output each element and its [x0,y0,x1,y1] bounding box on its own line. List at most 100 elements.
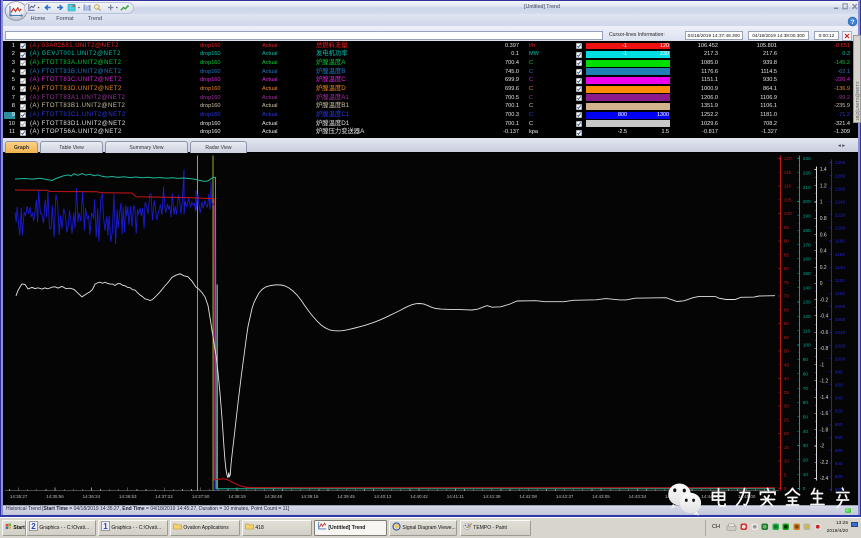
svg-text:1300: 1300 [835,160,846,166]
svg-text:1180: 1180 [835,238,846,244]
svg-text:210: 210 [803,184,811,190]
svg-text:920: 920 [835,408,843,414]
svg-text:230: 230 [803,156,811,162]
svg-text:-2.2: -2.2 [820,459,829,465]
svg-text:10: 10 [803,471,809,477]
svg-text:25: 25 [784,417,790,423]
svg-text:840: 840 [835,461,843,467]
svg-text:0: 0 [820,281,823,287]
svg-text:70: 70 [784,293,790,299]
svg-text:1B[2]UNIT2@NET2: 1B[2]UNIT2@NET2 [855,81,860,121]
svg-text:80: 80 [784,266,790,272]
svg-text:-0.2: -0.2 [820,297,829,303]
svg-text:14:40:13: 14:40:13 [374,494,392,499]
svg-text:160: 160 [803,256,811,262]
svg-text:1040: 1040 [835,330,846,336]
svg-text:40: 40 [784,376,790,382]
svg-text:1200: 1200 [835,225,846,231]
svg-text:?: ? [851,19,855,26]
svg-text:150: 150 [803,271,811,277]
svg-text:95: 95 [784,224,790,230]
svg-text:-2: -2 [820,443,825,449]
svg-text:130: 130 [803,299,811,305]
svg-text:75: 75 [784,279,790,285]
svg-text:35: 35 [784,389,790,395]
svg-text:14:41:11: 14:41:11 [447,494,465,499]
svg-text:0.2: 0.2 [820,264,827,270]
svg-text:0.6: 0.6 [820,232,827,238]
svg-text:105: 105 [784,197,792,203]
svg-text:55: 55 [784,334,790,340]
svg-text:1220: 1220 [835,212,846,218]
svg-text:50: 50 [803,414,809,420]
svg-text:14:37:22: 14:37:22 [155,494,173,499]
svg-text:900: 900 [835,421,843,427]
svg-text:90: 90 [803,357,809,363]
svg-text:940: 940 [835,395,843,401]
svg-text:20: 20 [784,431,790,437]
svg-text:100: 100 [803,342,811,348]
svg-text:14:41:39: 14:41:39 [483,494,501,499]
svg-text:2: 2 [31,522,36,531]
svg-text:0.4: 0.4 [820,248,827,254]
svg-text:20: 20 [803,457,809,463]
svg-text:110: 110 [803,328,811,334]
svg-text:110: 110 [784,183,792,189]
svg-text:65: 65 [784,307,790,313]
svg-text:880: 880 [835,434,843,440]
svg-text:960: 960 [835,382,843,388]
svg-text:980: 980 [835,369,843,375]
svg-text:14:37:50: 14:37:50 [192,494,210,499]
svg-text:90: 90 [784,238,790,244]
svg-text:-0.6: -0.6 [820,329,829,335]
svg-text:190: 190 [803,213,811,219]
svg-text:1000: 1000 [835,356,846,362]
svg-text:-1.6: -1.6 [820,411,829,417]
svg-text:1020: 1020 [835,343,846,349]
svg-text:14:35:27: 14:35:27 [10,494,28,499]
svg-text:14:36:53: 14:36:53 [119,494,137,499]
svg-text:120: 120 [803,314,811,320]
svg-text:1: 1 [820,199,823,205]
svg-text:1260: 1260 [835,186,846,192]
svg-text:14:39:45: 14:39:45 [337,494,355,499]
svg-text:-1.8: -1.8 [820,427,829,433]
svg-text:14:38:48: 14:38:48 [265,494,283,499]
svg-text:80: 80 [803,371,809,377]
svg-text:14:43:34: 14:43:34 [629,494,647,499]
svg-text:14:42:37: 14:42:37 [556,494,574,499]
svg-text:14:43:05: 14:43:05 [592,494,610,499]
svg-text:60: 60 [784,321,790,327]
svg-text:120: 120 [784,156,792,162]
svg-text:180: 180 [803,227,811,233]
svg-text:40: 40 [803,428,809,434]
svg-text:14:36:24: 14:36:24 [83,494,101,499]
svg-text:1240: 1240 [835,199,846,205]
svg-text:1.4: 1.4 [820,167,827,173]
svg-text:1280: 1280 [835,173,846,179]
svg-text:-0.4: -0.4 [820,313,829,319]
svg-text:30: 30 [803,443,809,449]
svg-text:60: 60 [803,400,809,406]
svg-text:1: 1 [103,522,108,531]
svg-text:14:38:19: 14:38:19 [228,494,246,499]
svg-text:200: 200 [803,199,811,205]
svg-text:10: 10 [784,458,790,464]
svg-text:1160: 1160 [835,251,846,257]
svg-text:100: 100 [784,211,792,217]
svg-text:1120: 1120 [835,277,846,283]
svg-text:140: 140 [803,285,811,291]
svg-text:85: 85 [784,252,790,258]
svg-text:70: 70 [803,385,809,391]
svg-text:170: 170 [803,242,811,248]
svg-text:220: 220 [803,170,811,176]
svg-text:14:42:08: 14:42:08 [519,494,537,499]
svg-text:14:35:56: 14:35:56 [46,494,64,499]
svg-text:30: 30 [784,403,790,409]
svg-text:45: 45 [784,362,790,368]
svg-text:14:40:42: 14:40:42 [410,494,428,499]
svg-text:0.8: 0.8 [820,216,827,222]
svg-text:1100: 1100 [835,291,846,297]
svg-text:50: 50 [784,348,790,354]
svg-text:-1.4: -1.4 [820,394,829,400]
